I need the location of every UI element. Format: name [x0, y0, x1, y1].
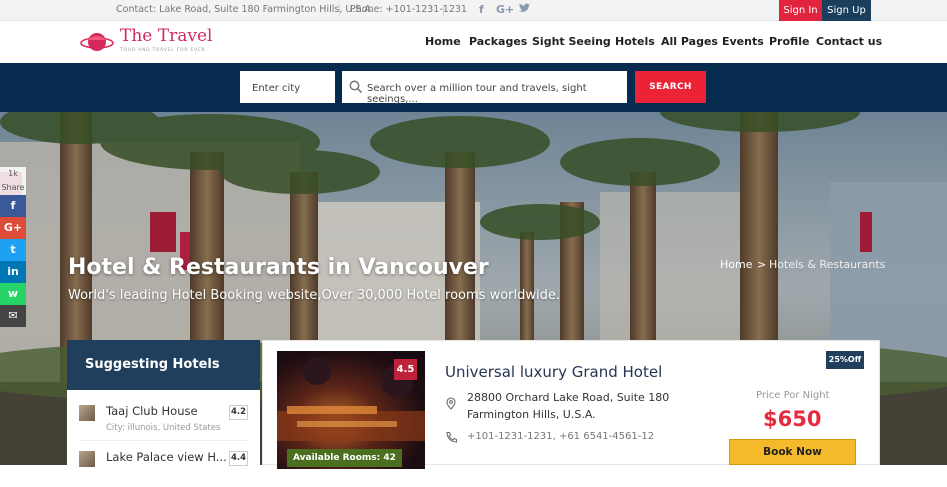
hotel-title[interactable]: Universal luxury Grand Hotel: [445, 363, 662, 381]
logo-plane-icon[interactable]: [80, 28, 114, 56]
breadcrumb-home[interactable]: Home: [720, 258, 752, 271]
address-line-2: Farmington Hills, U.S.A.: [467, 408, 596, 421]
nav-profile[interactable]: Profile: [769, 35, 809, 48]
hotel-listing-card: Available Rooms: 42 4.5 Universal luxury…: [262, 340, 880, 469]
available-rooms-badge: Available Rooms: 42: [287, 449, 402, 467]
share-whatsapp-icon[interactable]: w: [0, 283, 26, 305]
contact-phone: Phone: +101-1231-1231: [350, 4, 467, 15]
panel-title: Suggesting Hotels: [67, 340, 260, 390]
search-input[interactable]: Search over a million tour and travels, …: [342, 71, 627, 105]
phone-icon: [446, 432, 457, 443]
hotel-city: City: illunois, United States: [106, 423, 221, 433]
share-rail: 1k Share f G+ t in w ✉: [0, 167, 26, 327]
address-line-1: 28800 Orchard Lake Road, Suite 180: [467, 391, 670, 404]
share-linkedin-icon[interactable]: in: [0, 261, 26, 283]
sign-up-button[interactable]: Sign Up: [822, 0, 871, 21]
location-pin-icon: [446, 397, 456, 410]
divider: [443, 4, 444, 16]
top-bar: Contact: Lake Road, Suite 180 Farmington…: [0, 0, 947, 21]
nav-events[interactable]: Events: [722, 35, 764, 48]
search-button[interactable]: SEARCH: [635, 71, 706, 103]
nav-home[interactable]: Home: [425, 35, 461, 48]
hotel-name[interactable]: Lake Palace view H...: [106, 450, 227, 464]
logo-tagline: TOUR AND TRAVEL FOR EVER: [120, 48, 206, 53]
sign-in-button[interactable]: Sign In: [779, 0, 822, 21]
main-header: The Travel TOUR AND TRAVEL FOR EVER Home…: [0, 21, 947, 63]
breadcrumb-separator-icon: >: [757, 258, 767, 271]
divider: [339, 4, 340, 16]
hero-subtitle: World's leading Hotel Booking website,Ov…: [68, 288, 560, 303]
nav-hotels[interactable]: Hotels: [615, 35, 655, 48]
discount-badge: 25%Off: [826, 351, 864, 369]
phone-numbers: +101-1231-1231, +61 6541-4561-12: [467, 431, 655, 442]
share-label: Share: [0, 181, 26, 195]
search-bar: Enter city Search over a million tour an…: [0, 63, 947, 112]
city-input[interactable]: Enter city: [240, 71, 335, 103]
search-icon: [349, 80, 363, 94]
share-email-icon[interactable]: ✉: [0, 305, 26, 327]
facebook-icon[interactable]: f: [479, 3, 484, 16]
hero-title: Hotel & Restaurants in Vancouver: [68, 255, 489, 280]
share-count: 1k: [0, 167, 26, 181]
nav-all-pages[interactable]: All Pages: [661, 35, 718, 48]
google-plus-icon[interactable]: G+: [496, 3, 514, 16]
price-value: $650: [763, 407, 822, 431]
share-google-plus-icon[interactable]: G+: [0, 217, 26, 239]
nav-packages[interactable]: Packages: [469, 35, 527, 48]
contact-address: Contact: Lake Road, Suite 180 Farmington…: [116, 4, 374, 15]
rating-badge: 4.4: [229, 451, 248, 466]
nav-contact-us[interactable]: Contact us: [816, 35, 882, 48]
book-now-button[interactable]: Book Now: [729, 439, 856, 465]
logo-title[interactable]: The Travel: [120, 26, 212, 46]
breadcrumb-current: Hotels & Restaurants: [769, 258, 886, 271]
nav-sight-seeing[interactable]: Sight Seeing: [532, 35, 611, 48]
rating-badge: 4.5: [394, 359, 417, 380]
share-twitter-icon[interactable]: t: [0, 239, 26, 261]
suggesting-hotels-panel: Suggesting Hotels Taaj Club House City: …: [67, 340, 260, 467]
share-facebook-icon[interactable]: f: [0, 195, 26, 217]
hotel-name[interactable]: Taaj Club House: [106, 404, 198, 418]
list-item[interactable]: Lake Palace view H... 4.4: [79, 445, 249, 487]
rating-badge: 4.2: [229, 405, 248, 420]
hotel-thumbnail: [79, 405, 95, 421]
price-label: Price Por Night: [756, 390, 830, 401]
list-item[interactable]: Taaj Club House City: illunois, United S…: [79, 399, 249, 441]
twitter-icon[interactable]: [519, 3, 530, 16]
